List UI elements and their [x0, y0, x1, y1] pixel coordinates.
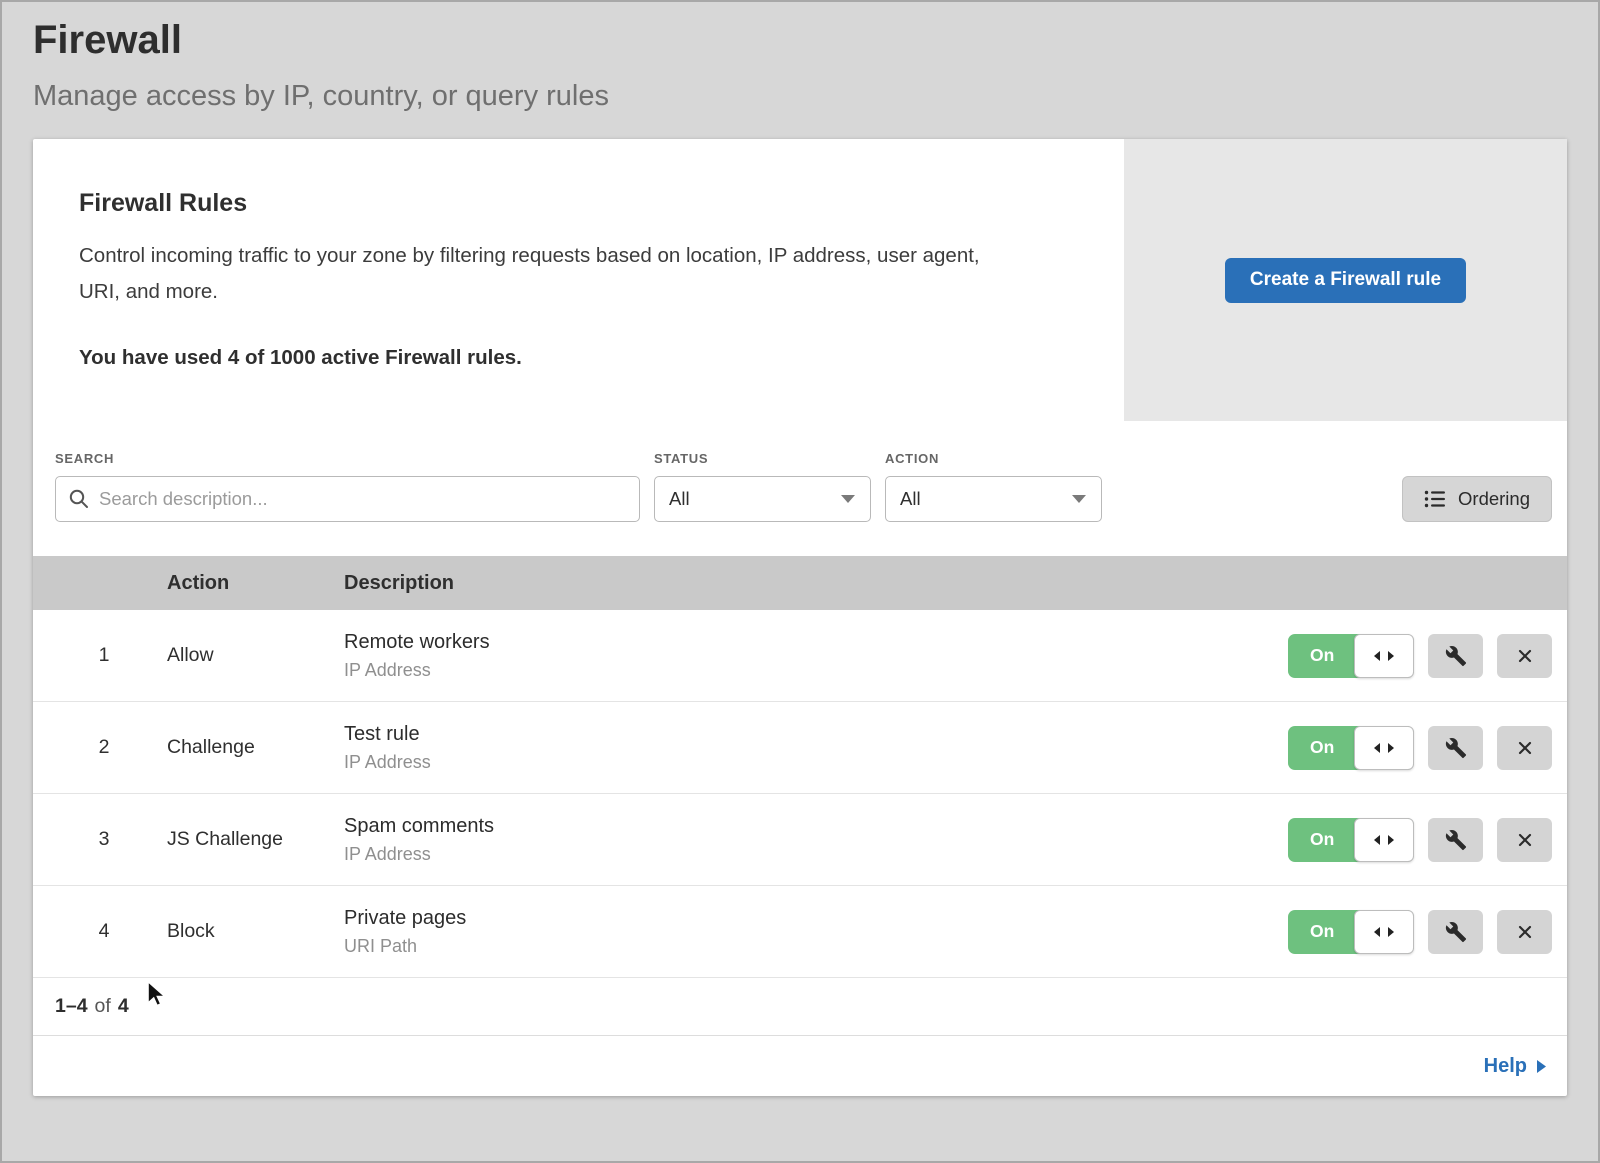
- intro-text: Firewall Rules Control incoming traffic …: [33, 139, 1124, 421]
- page-subtitle: Manage access by IP, country, or query r…: [33, 80, 1567, 113]
- rule-description: Spam comments IP Address: [344, 815, 1274, 865]
- rule-action: Block: [167, 920, 330, 943]
- status-select[interactable]: All: [654, 476, 871, 522]
- chevron-down-icon: [840, 494, 856, 504]
- rule-title: Remote workers: [344, 631, 1274, 654]
- wrench-icon: [1445, 645, 1467, 667]
- table-row: 1 Allow Remote workers IP Address On: [33, 610, 1567, 702]
- pagination-range: 1–4: [55, 995, 88, 1018]
- firewall-page: Firewall Manage access by IP, country, o…: [0, 0, 1600, 1163]
- toggle-handle: [1354, 726, 1414, 770]
- delete-rule-button[interactable]: [1497, 818, 1552, 862]
- rule-subtitle: IP Address: [344, 844, 1274, 865]
- close-icon: [1515, 646, 1535, 666]
- toggle-handle: [1354, 818, 1414, 862]
- intro-description: Control incoming traffic to your zone by…: [79, 238, 1024, 310]
- table-row: 3 JS Challenge Spam comments IP Address …: [33, 794, 1567, 886]
- rule-subtitle: IP Address: [344, 660, 1274, 681]
- search-icon: [68, 488, 90, 510]
- rule-description: Test rule IP Address: [344, 723, 1274, 773]
- usage-summary: You have used 4 of 1000 active Firewall …: [79, 346, 1084, 370]
- table-row: 2 Challenge Test rule IP Address On: [33, 702, 1567, 794]
- rule-subtitle: IP Address: [344, 752, 1274, 773]
- rule-toggle[interactable]: On: [1288, 818, 1414, 862]
- table-header: Action Description: [33, 556, 1567, 610]
- pagination: 1–4 of 4: [33, 978, 1567, 1036]
- delete-rule-button[interactable]: [1497, 634, 1552, 678]
- action-select-value: All: [900, 488, 921, 510]
- search-label: SEARCH: [55, 451, 640, 466]
- table-row: 4 Block Private pages URI Path On: [33, 886, 1567, 978]
- column-header-action: Action: [167, 572, 330, 595]
- rule-toggle[interactable]: On: [1288, 634, 1414, 678]
- rule-toggle[interactable]: On: [1288, 726, 1414, 770]
- page-title: Firewall: [33, 18, 1567, 63]
- rule-description: Remote workers IP Address: [344, 631, 1274, 681]
- ordering-button-label: Ordering: [1458, 488, 1530, 510]
- rule-title: Test rule: [344, 723, 1274, 746]
- intro-heading: Firewall Rules: [79, 189, 1084, 218]
- rule-action: Allow: [167, 644, 330, 667]
- action-select[interactable]: All: [885, 476, 1102, 522]
- card-footer: Help: [33, 1036, 1567, 1096]
- rule-description: Private pages URI Path: [344, 907, 1274, 957]
- left-right-arrows-icon: [1372, 925, 1396, 939]
- rule-index: 3: [55, 828, 153, 851]
- right-triangle-icon: [1536, 1059, 1547, 1074]
- left-right-arrows-icon: [1372, 649, 1396, 663]
- edit-rule-button[interactable]: [1428, 726, 1483, 770]
- ordering-button[interactable]: Ordering: [1402, 476, 1552, 522]
- pagination-total: 4: [118, 995, 129, 1018]
- wrench-icon: [1445, 737, 1467, 759]
- wrench-icon: [1445, 829, 1467, 851]
- edit-rule-button[interactable]: [1428, 634, 1483, 678]
- left-right-arrows-icon: [1372, 741, 1396, 755]
- status-select-value: All: [669, 488, 690, 510]
- wrench-icon: [1445, 921, 1467, 943]
- rule-index: 4: [55, 920, 153, 943]
- search-input[interactable]: [55, 476, 640, 522]
- rule-title: Private pages: [344, 907, 1274, 930]
- search-field: [55, 476, 640, 522]
- column-header-description: Description: [344, 572, 1274, 595]
- help-link[interactable]: Help: [1484, 1055, 1547, 1078]
- toggle-handle: [1354, 634, 1414, 678]
- list-lines-icon: [1424, 489, 1446, 509]
- left-right-arrows-icon: [1372, 833, 1396, 847]
- close-icon: [1515, 738, 1535, 758]
- rule-subtitle: URI Path: [344, 936, 1274, 957]
- help-link-label: Help: [1484, 1055, 1527, 1078]
- firewall-rules-card: Firewall Rules Control incoming traffic …: [33, 139, 1567, 1096]
- rule-index: 2: [55, 736, 153, 759]
- rule-title: Spam comments: [344, 815, 1274, 838]
- status-label: STATUS: [654, 451, 871, 466]
- close-icon: [1515, 922, 1535, 942]
- edit-rule-button[interactable]: [1428, 910, 1483, 954]
- rule-action: JS Challenge: [167, 828, 330, 851]
- pagination-of: of: [95, 995, 111, 1018]
- rule-toggle[interactable]: On: [1288, 910, 1414, 954]
- delete-rule-button[interactable]: [1497, 726, 1552, 770]
- close-icon: [1515, 830, 1535, 850]
- toggle-handle: [1354, 910, 1414, 954]
- delete-rule-button[interactable]: [1497, 910, 1552, 954]
- create-firewall-rule-button[interactable]: Create a Firewall rule: [1225, 258, 1466, 303]
- rule-index: 1: [55, 644, 153, 667]
- rule-action: Challenge: [167, 736, 330, 759]
- intro-section: Firewall Rules Control incoming traffic …: [33, 139, 1567, 421]
- filters-bar: SEARCH STATUS All: [33, 421, 1567, 556]
- action-label: ACTION: [885, 451, 1102, 466]
- intro-action-panel: Create a Firewall rule: [1124, 139, 1567, 421]
- edit-rule-button[interactable]: [1428, 818, 1483, 862]
- chevron-down-icon: [1071, 494, 1087, 504]
